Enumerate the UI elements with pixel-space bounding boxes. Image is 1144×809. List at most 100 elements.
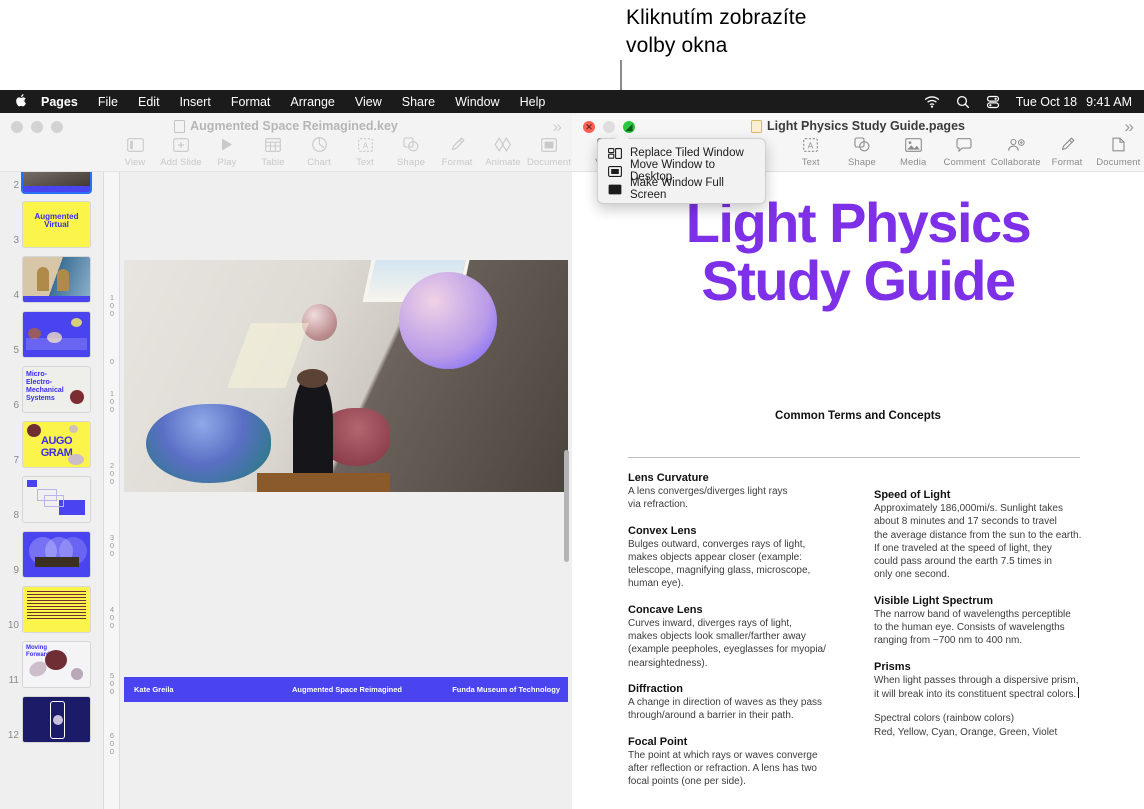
slide-thumbnail[interactable] bbox=[21, 172, 92, 194]
search-icon[interactable] bbox=[956, 95, 970, 109]
menu-item-share[interactable]: Share bbox=[402, 95, 435, 109]
slide-thumbnail[interactable]: AUGO GRAM bbox=[22, 421, 91, 468]
slide-thumbnail[interactable] bbox=[22, 256, 91, 303]
slide-navigator-row[interactable]: 6 Micro- Electro- Mechanical Systems bbox=[0, 366, 103, 413]
keynote-toolbar-text[interactable]: A Text bbox=[342, 135, 388, 168]
animate-icon bbox=[480, 135, 526, 154]
slide-thumbnail[interactable]: Moving Forward bbox=[22, 641, 91, 688]
term-definition-text: When light passes through a dispersive p… bbox=[874, 674, 1079, 700]
pages-toolbar-comment[interactable]: Comment bbox=[939, 135, 990, 168]
pages-toolbar-collaborate[interactable]: Collaborate bbox=[990, 135, 1041, 168]
menu-bar-date: Tue Oct 18 bbox=[1015, 94, 1078, 109]
slide-thumbnail[interactable] bbox=[22, 696, 91, 743]
slide-thumbnail[interactable] bbox=[22, 586, 91, 633]
menu-item-view[interactable]: View bbox=[355, 95, 382, 109]
menu-item-format[interactable]: Format bbox=[231, 95, 271, 109]
keynote-vertical-ruler: 100 0 100 200 300 400 500 600 bbox=[104, 172, 120, 809]
menu-item-edit[interactable]: Edit bbox=[138, 95, 160, 109]
pages-toolbar-text-label: Text bbox=[801, 157, 820, 168]
keynote-toolbar-shape-label: Shape bbox=[397, 157, 425, 168]
slide-navigator-row[interactable]: 11 Moving Forward bbox=[0, 641, 103, 688]
keynote-toolbar-play[interactable]: Play bbox=[204, 135, 250, 168]
slide-number: 8 bbox=[13, 510, 19, 521]
keynote-toolbar-format-label: Format bbox=[441, 157, 473, 168]
pages-toolbar-overflow-chevron-double-right-icon[interactable]: » bbox=[1125, 117, 1134, 137]
document-columns: Lens Curvature A lens converges/diverges… bbox=[628, 472, 1086, 788]
make-window-full-screen-icon bbox=[608, 184, 622, 195]
keynote-toolbar-format[interactable]: Format bbox=[434, 135, 480, 168]
pages-toolbar-shape[interactable]: Shape bbox=[836, 135, 887, 168]
pages-toolbar-format[interactable]: Format bbox=[1041, 135, 1092, 168]
menu-item-pages[interactable]: Pages bbox=[41, 95, 78, 109]
term-definition: When light passes through a dispersive p… bbox=[874, 674, 1086, 702]
pages-toolbar-media[interactable]: Media bbox=[888, 135, 939, 168]
keynote-toolbar-document[interactable]: Document bbox=[526, 135, 572, 168]
keynote-toolbar-add-slide[interactable]: Add Slide bbox=[158, 135, 204, 168]
term-definition: The point at which rays or waves converg… bbox=[628, 749, 818, 788]
term-heading: Concave Lens bbox=[628, 603, 703, 616]
slide-number: 11 bbox=[8, 675, 19, 686]
keynote-toolbar-overflow-chevron-double-right-icon[interactable]: » bbox=[553, 117, 562, 137]
slide-navigator-row[interactable]: 4 bbox=[0, 256, 103, 303]
menu-item-insert[interactable]: Insert bbox=[180, 95, 211, 109]
ruler-tick: 200 bbox=[109, 461, 115, 486]
slide-thumbnail[interactable]: Micro- Electro- Mechanical Systems bbox=[22, 366, 91, 413]
menu-item-arrange[interactable]: Arrange bbox=[290, 95, 334, 109]
control-center-icon[interactable] bbox=[986, 95, 1000, 109]
keynote-toolbar-animate[interactable]: Animate bbox=[480, 135, 526, 168]
slide-number: 3 bbox=[13, 235, 19, 246]
document-title: Light Physics Study Guide bbox=[572, 194, 1144, 310]
slide-number: 9 bbox=[13, 565, 19, 576]
slide-navigator-row[interactable]: 10 bbox=[0, 586, 103, 633]
keynote-slide-canvas[interactable]: Kate Greila Augmented Space Reimagined F… bbox=[120, 172, 572, 809]
slide-navigator-row[interactable]: 5 bbox=[0, 311, 103, 358]
menu-item-label: Make Window Full Screen bbox=[630, 177, 724, 201]
menu-item-make-window-full-screen[interactable]: Make Window Full Screen bbox=[598, 177, 765, 201]
slide-navigator-row[interactable]: 3 Augmented Virtual bbox=[0, 201, 103, 248]
keynote-toolbar-shape[interactable]: Shape bbox=[388, 135, 434, 168]
slide-number: 10 bbox=[7, 620, 19, 631]
pages-document-icon bbox=[751, 119, 763, 133]
term-definition: Bulges outward, converges rays of light,… bbox=[628, 538, 811, 590]
slide-thumbnail[interactable] bbox=[22, 311, 91, 358]
window-options-menu[interactable]: Replace Tiled Window Move Window to Desk… bbox=[597, 132, 766, 204]
slide-number: 2 bbox=[13, 180, 19, 191]
pages-document-body[interactable]: Light Physics Study Guide Common Terms a… bbox=[572, 172, 1144, 809]
slide-navigator-row[interactable]: 9 bbox=[0, 531, 103, 578]
keynote-vertical-scrollbar[interactable] bbox=[564, 450, 569, 562]
document-title-line-2: Study Guide bbox=[701, 249, 1016, 312]
slide-navigator-row[interactable]: 12 bbox=[0, 696, 103, 743]
keynote-toolbar-table-label: Table bbox=[261, 157, 285, 168]
menu-bar-clock[interactable]: Tue Oct 18 9:41 AM bbox=[1016, 95, 1132, 109]
keynote-toolbar-view[interactable]: View bbox=[112, 135, 158, 168]
slide-thumbnail[interactable] bbox=[22, 476, 91, 523]
slide-thumbnail[interactable] bbox=[22, 531, 91, 578]
document-icon bbox=[1093, 135, 1144, 154]
pages-toolbar-text[interactable]: A Text bbox=[785, 135, 836, 168]
menu-item-window[interactable]: Window bbox=[455, 95, 499, 109]
apple-logo-icon[interactable] bbox=[14, 93, 27, 111]
slide-thumbnail[interactable]: Augmented Virtual bbox=[22, 201, 91, 248]
document-right-column: Speed of Light Approximately 186,000mi/s… bbox=[874, 472, 1086, 788]
pages-toolbar-document-label: Document bbox=[1096, 157, 1141, 168]
slide-navigator-row[interactable]: 7 AUGO GRAM bbox=[0, 421, 103, 468]
menu-item-file[interactable]: File bbox=[98, 95, 118, 109]
wifi-icon[interactable] bbox=[924, 95, 940, 108]
text-icon: A bbox=[342, 135, 388, 154]
menu-item-help[interactable]: Help bbox=[520, 95, 546, 109]
table-icon bbox=[250, 135, 296, 154]
keynote-toolbar-chart[interactable]: Chart bbox=[296, 135, 342, 168]
keynote-slide-navigator[interactable]: 2 3 Augmented Virtual 4 5 6 Micro- Elect… bbox=[0, 172, 104, 809]
slide-thumbnail-text: Augmented Virtual bbox=[34, 212, 79, 230]
callout-line-1: Kliknutím zobrazíte bbox=[626, 6, 807, 29]
slide-navigator-row[interactable]: 8 bbox=[0, 476, 103, 523]
pages-toolbar-document[interactable]: Document bbox=[1093, 135, 1144, 168]
term-heading: Focal Point bbox=[628, 735, 688, 748]
collaborate-icon bbox=[990, 135, 1041, 154]
keynote-toolbar-table[interactable]: Table bbox=[250, 135, 296, 168]
ruler-tick: 500 bbox=[109, 671, 115, 696]
shape-icon bbox=[836, 135, 887, 154]
keynote-toolbar-add-slide-label: Add Slide bbox=[160, 157, 202, 168]
keynote-document-icon bbox=[174, 119, 186, 133]
slide-navigator-row[interactable]: 2 bbox=[0, 172, 103, 194]
